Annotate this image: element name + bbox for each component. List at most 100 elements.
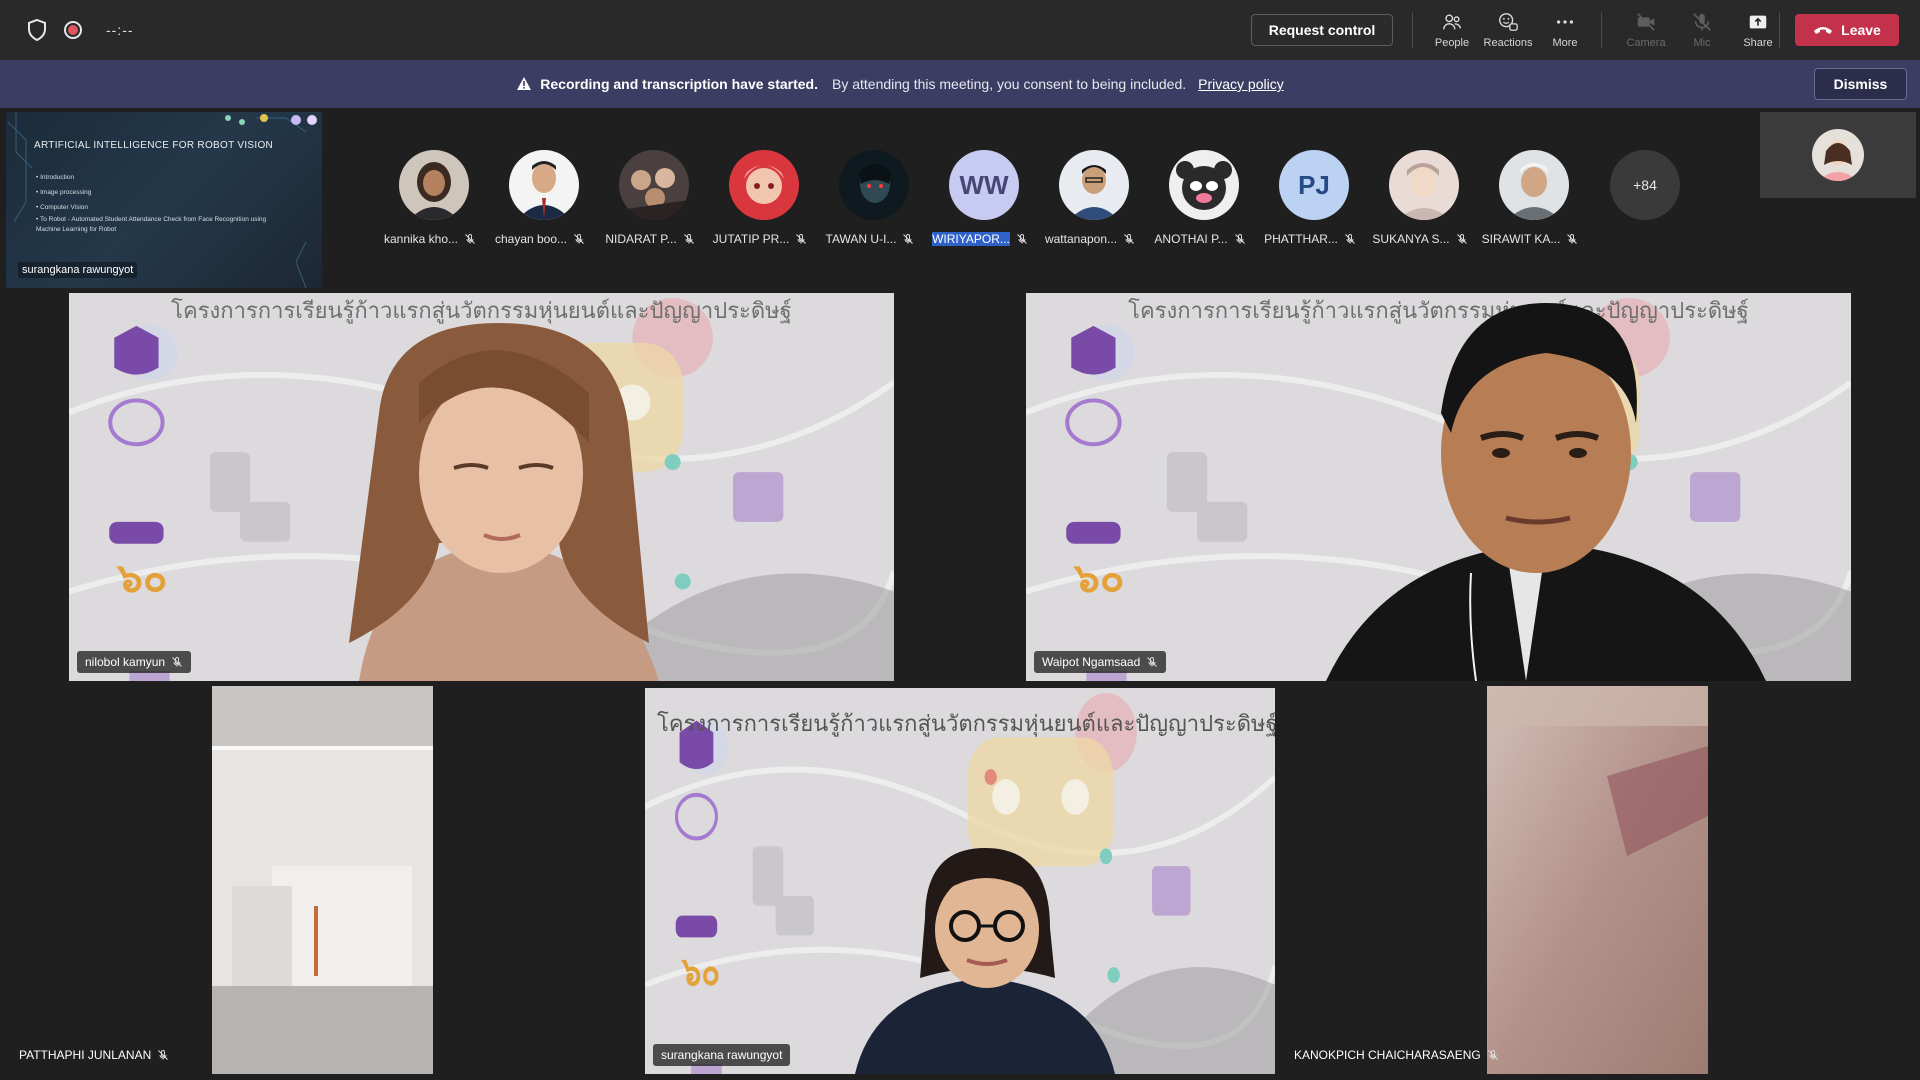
participant-item[interactable]: chayan boo... [485, 150, 595, 250]
participant-name-tag: nilobol kamyun [77, 651, 192, 673]
participant-item[interactable]: WW WIRIYAPOR... [925, 150, 1035, 250]
mic-off-icon [1693, 13, 1711, 31]
mic-off-icon [1234, 233, 1246, 245]
participant-name: SUKANYA S... [1372, 232, 1450, 246]
avatar [729, 150, 799, 220]
participant-name-tag: surangkana rawungyot [653, 1044, 791, 1066]
mic-off-icon [795, 233, 807, 245]
dismiss-button[interactable]: Dismiss [1814, 68, 1907, 100]
participant-name: PHATTHAR... [1264, 232, 1338, 246]
share-icon [1749, 15, 1767, 29]
avatar [509, 150, 579, 220]
slide-bullet: Computer Vision [36, 200, 286, 215]
warning-icon [517, 77, 532, 90]
video-tile[interactable] [1487, 686, 1708, 1074]
meeting-status: --:-- [26, 18, 134, 42]
participant-video [1326, 303, 1766, 681]
avatar [619, 150, 689, 220]
mic-label: Mic [1693, 37, 1711, 49]
participant-name: ANOTHAI P... [1154, 232, 1228, 246]
phone-hangup-icon [1814, 27, 1833, 34]
mic-off-icon [573, 233, 585, 245]
leave-button[interactable]: Leave [1795, 14, 1899, 46]
video-tile-active-speaker[interactable]: โครงการการเรียนรู้ก้าวแรกสู่นวัตกรรมหุ่น… [645, 688, 1275, 1074]
participant-name: surangkana rawungyot [661, 1048, 783, 1062]
toolbar-divider [1779, 12, 1780, 48]
avatar [1059, 150, 1129, 220]
mic-off-icon [464, 233, 476, 245]
slide-bullet: Introduction [36, 170, 286, 185]
participant-item[interactable]: JUTATIP PR... [705, 150, 815, 250]
share-button[interactable]: Share [1730, 8, 1786, 54]
participant-name: KANOKPICH CHAICHARASAENG [1294, 1048, 1481, 1062]
banner-title: Recording and transcription have started… [540, 76, 818, 92]
avatar [1389, 150, 1459, 220]
participant-name: PATTHAPHI JUNLANAN [19, 1048, 152, 1062]
meeting-toolbar: --:-- Request control People Reactions M… [0, 0, 1920, 60]
recording-banner: Recording and transcription have started… [0, 60, 1920, 108]
camera-off-icon [1637, 13, 1655, 31]
more-button[interactable]: More [1537, 8, 1593, 54]
participant-item[interactable]: ANOTHAI P... [1145, 150, 1255, 250]
participant-video [349, 323, 659, 681]
participant-video [855, 848, 1115, 1074]
participant-item[interactable]: SIRAWIT KA... [1475, 150, 1585, 250]
mic-off-icon [1123, 233, 1135, 245]
people-button[interactable]: People [1424, 8, 1480, 54]
participant-item[interactable]: PJ PHATTHAR... [1255, 150, 1365, 250]
more-icon [1556, 20, 1574, 24]
camera-label: Camera [1626, 37, 1666, 49]
video-tile[interactable]: โครงการการเรียนรู้ก้าวแรกสู่นวัตกรรมหุ่น… [69, 293, 894, 681]
reactions-label: Reactions [1483, 37, 1533, 49]
participant-item[interactable]: SUKANYA S... [1365, 150, 1475, 250]
participant-name: Waipot Ngamsaad [1042, 655, 1141, 669]
toolbar-divider [1412, 12, 1413, 48]
participant-name: SIRAWIT KA... [1481, 232, 1561, 246]
share-label: Share [1743, 37, 1773, 49]
camera-button[interactable]: Camera [1618, 8, 1674, 54]
self-view[interactable] [1760, 112, 1916, 198]
people-label: People [1434, 37, 1470, 49]
participant-name: NIDARAT P... [605, 232, 677, 246]
avatar: PJ [1279, 150, 1349, 220]
meeting-timer: --:-- [106, 22, 134, 38]
video-tile[interactable] [212, 686, 433, 1074]
request-control-button[interactable]: Request control [1251, 14, 1393, 46]
participant-name: TAWAN U-I... [825, 232, 897, 246]
participant-name-tag: KANOKPICH CHAICHARASAENG [1294, 1048, 1499, 1062]
participant-item[interactable]: NIDARAT P... [595, 150, 705, 250]
participant-name: wattanapon... [1044, 232, 1118, 246]
video-tile[interactable]: โครงการการเรียนรู้ก้าวแรกสู่นวัตกรรมหุ่น… [1026, 293, 1851, 681]
more-participants-button[interactable]: +84 [1610, 150, 1680, 220]
participant-name-tag: PATTHAPHI JUNLANAN [19, 1048, 169, 1062]
participant-item[interactable]: TAWAN U-I... [815, 150, 925, 250]
mic-off-icon [157, 1049, 169, 1061]
mic-off-icon [1566, 233, 1578, 245]
toolbar-divider [1601, 12, 1602, 48]
participant-name: chayan boo... [494, 232, 568, 246]
slide-bullet: To Robot - Automated Student Attendance … [36, 215, 286, 235]
reactions-icon [1499, 13, 1518, 31]
mic-off-icon [1146, 656, 1158, 668]
room-video [212, 686, 433, 1074]
recording-icon [64, 21, 82, 39]
shared-slide-title: ARTIFICIAL INTELLIGENCE FOR ROBOT VISION [34, 140, 274, 151]
participant-item[interactable]: wattanapon... [1035, 150, 1145, 250]
slide-bullet: Image processing [36, 185, 286, 200]
leave-label: Leave [1841, 22, 1881, 38]
mic-off-icon [171, 656, 183, 668]
avatar [1499, 150, 1569, 220]
mic-off-icon [902, 233, 914, 245]
mic-off-icon [1456, 233, 1468, 245]
presenter-name: surangkana rawungyot [18, 262, 138, 278]
participant-item[interactable]: kannika kho... [375, 150, 485, 250]
mic-off-icon [683, 233, 695, 245]
reactions-button[interactable]: Reactions [1480, 8, 1536, 54]
mic-button[interactable]: Mic [1674, 8, 1730, 54]
people-icon [1443, 14, 1461, 30]
blurred-video [1487, 686, 1708, 1074]
mic-off-icon [1344, 233, 1356, 245]
participant-name: WIRIYAPOR... [932, 232, 1010, 246]
privacy-policy-link[interactable]: Privacy policy [1198, 76, 1284, 92]
shared-content-thumbnail[interactable]: ARTIFICIAL INTELLIGENCE FOR ROBOT VISION… [6, 112, 322, 288]
